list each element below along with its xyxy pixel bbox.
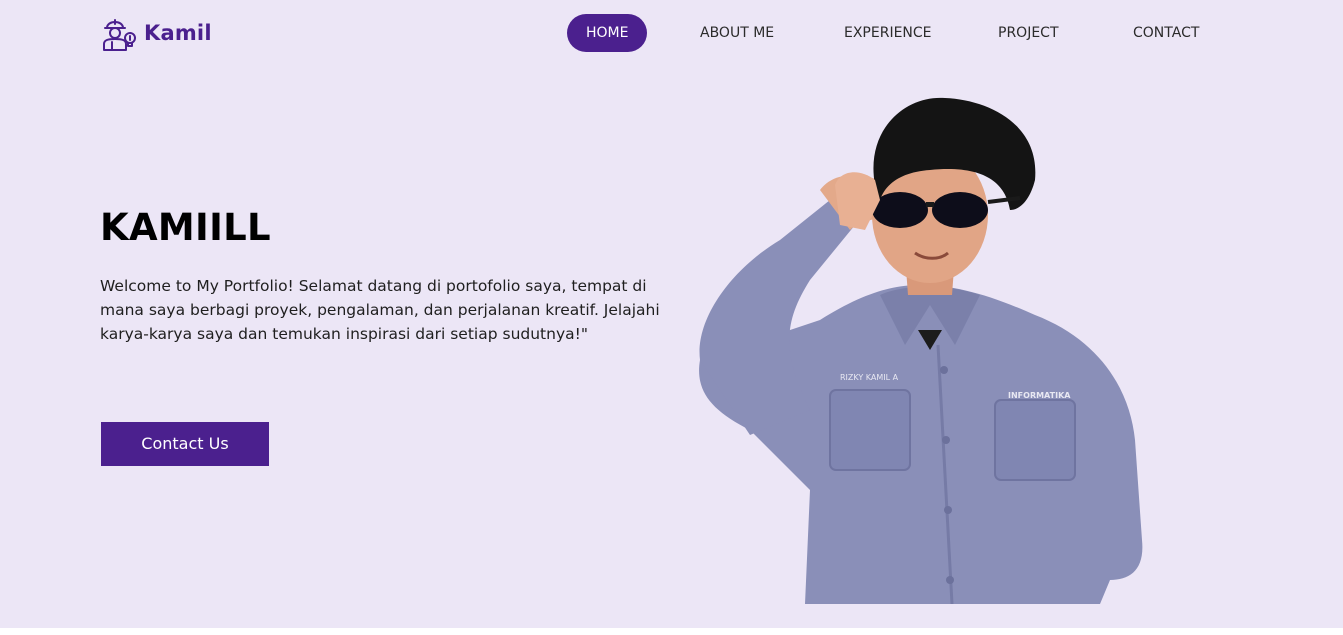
hero-title: KAMIILL: [100, 206, 271, 249]
nav-item-contact[interactable]: CONTACT: [1133, 14, 1199, 52]
brand-name[interactable]: Kamil: [144, 21, 212, 45]
nav-item-about-me[interactable]: ABOUT ME: [700, 14, 774, 52]
brand-logo[interactable]: Kamil: [100, 14, 212, 52]
nav-item-experience[interactable]: EXPERIENCE: [844, 14, 932, 52]
shirt-badge: INFORMATIKA: [1008, 391, 1071, 400]
engineer-avatar-icon: [103, 19, 136, 51]
shirt-name-tag: RIZKY KAMIL A: [840, 373, 899, 382]
nav-item-project[interactable]: PROJECT: [998, 14, 1059, 52]
page-bottom-edge: [0, 628, 1343, 635]
page: Kamil HOME ABOUT ME EXPERIENCE PROJECT C…: [0, 0, 1343, 635]
nav-item-home[interactable]: HOME: [567, 14, 648, 52]
profile-photo: RIZKY KAMIL A INFORMATIKA: [699, 97, 1143, 604]
contact-us-button[interactable]: Contact Us: [101, 422, 269, 466]
hero-description: Welcome to My Portfolio! Selamat datang …: [100, 277, 660, 343]
